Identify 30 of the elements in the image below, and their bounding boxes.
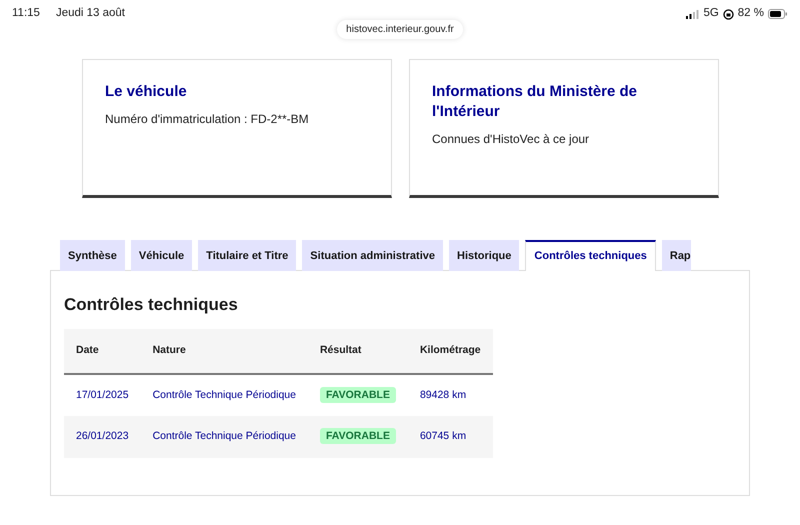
tab[interactable]: Véhicule bbox=[130, 240, 192, 270]
status-time: 11:15 bbox=[12, 6, 40, 22]
tab[interactable]: Titulaire et Titre bbox=[198, 240, 296, 270]
column-header: Kilométrage bbox=[408, 328, 493, 374]
card-text: Numéro d'immatriculation : FD-2**-BM bbox=[105, 111, 310, 128]
card-text: Connues d'HistoVec à ce jour bbox=[432, 131, 590, 148]
signal-icon bbox=[686, 10, 700, 18]
mileage-text: 60745 km bbox=[420, 430, 466, 442]
result-badge: FAVORABLE bbox=[320, 428, 396, 444]
tab[interactable]: Contrôles techniques bbox=[525, 240, 656, 270]
column-header: Nature bbox=[140, 328, 308, 374]
url-field[interactable]: histovec.interieur.gouv.fr bbox=[337, 20, 463, 39]
tab[interactable]: Rap bbox=[662, 240, 691, 270]
result-badge: FAVORABLE bbox=[320, 386, 396, 403]
date-link[interactable]: 17/01/2025 bbox=[76, 388, 129, 401]
tab[interactable]: Situation administrative bbox=[302, 240, 443, 270]
nature-link[interactable]: Contrôle Technique Périodique bbox=[152, 388, 296, 401]
card-title: Le véhicule bbox=[105, 82, 188, 102]
network-label: 5G bbox=[703, 6, 719, 22]
status-date: Jeudi 13 août bbox=[56, 6, 125, 22]
tab[interactable]: Historique bbox=[449, 240, 520, 270]
battery-icon bbox=[768, 9, 788, 19]
column-header: Résultat bbox=[308, 328, 408, 374]
tab[interactable]: Synthèse bbox=[60, 240, 125, 270]
section-title: Contrôles techniques bbox=[64, 294, 239, 315]
card-title: Informations du Ministère de l'Intérieur bbox=[432, 82, 638, 122]
column-header: Date bbox=[64, 328, 141, 374]
battery-label: 82 % bbox=[738, 6, 764, 22]
rotation-lock-icon bbox=[722, 8, 734, 20]
mileage-text: 89428 km bbox=[420, 388, 466, 401]
